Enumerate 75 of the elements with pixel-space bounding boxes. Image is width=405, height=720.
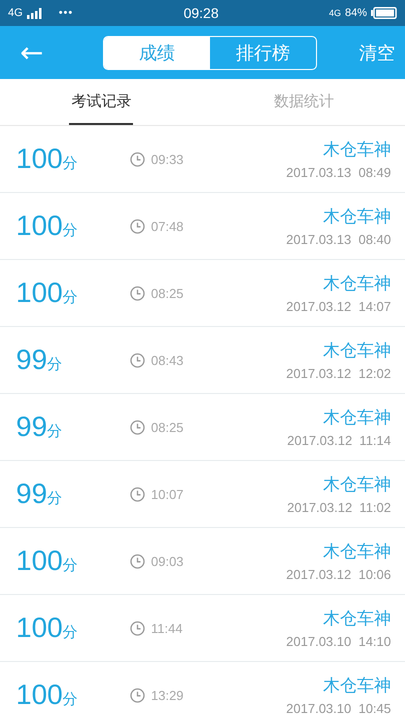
record-date: 2017.03.12 11:14 xyxy=(287,433,391,448)
record-date: 2017.03.10 10:45 xyxy=(286,701,391,716)
user-name: 木仓车神 xyxy=(323,273,391,295)
score-unit: 分 xyxy=(47,489,62,508)
user-name: 木仓车神 xyxy=(323,340,391,362)
user-name: 木仓车神 xyxy=(323,675,391,697)
duration-text: 07:48 xyxy=(151,218,184,234)
score-value: 99 xyxy=(16,478,48,510)
score-value: 100 xyxy=(16,277,63,309)
record-row[interactable]: 100分 09:33 木仓车神 2017.03.13 08:49 xyxy=(0,126,405,193)
record-date: 2017.03.12 14:07 xyxy=(286,299,391,314)
user-name: 木仓车神 xyxy=(323,608,391,630)
battery-percent: 84% xyxy=(344,7,367,19)
record-date: 2017.03.12 11:02 xyxy=(287,500,391,515)
score-unit: 分 xyxy=(47,355,62,374)
battery-icon xyxy=(371,7,397,19)
score-unit: 分 xyxy=(62,154,78,173)
record-row[interactable]: 100分 07:48 木仓车神 2017.03.13 08:40 xyxy=(0,193,405,260)
record-row[interactable]: 99分 08:43 木仓车神 2017.03.12 12:02 xyxy=(0,327,405,394)
sub-tab[interactable]: 考试记录 xyxy=(69,79,134,125)
duration-text: 09:03 xyxy=(151,554,184,568)
clock-icon xyxy=(130,152,145,166)
record-row[interactable]: 100分 09:03 木仓车神 2017.03.12 10:06 xyxy=(0,528,405,595)
network-label: 4G xyxy=(8,7,23,19)
score-unit: 分 xyxy=(62,556,78,575)
clock-icon xyxy=(130,286,145,300)
score-unit: 分 xyxy=(62,690,78,709)
record-date: 2017.03.13 08:49 xyxy=(286,165,391,180)
more-label: ••• xyxy=(58,7,74,19)
record-row[interactable]: 100分 11:44 木仓车神 2017.03.10 14:10 xyxy=(0,595,405,662)
score-value: 100 xyxy=(16,143,63,175)
score-unit: 分 xyxy=(62,288,78,307)
record-date: 2017.03.13 08:40 xyxy=(286,232,391,247)
status-time: 09:28 xyxy=(184,5,219,21)
clock-icon xyxy=(130,688,145,702)
clear-button[interactable]: 清空 xyxy=(359,40,395,64)
score-unit: 分 xyxy=(47,422,62,441)
clock-icon xyxy=(130,218,145,234)
score-value: 100 xyxy=(16,210,63,242)
clock-icon xyxy=(130,554,145,568)
duration-text: 09:33 xyxy=(151,152,184,166)
record-row[interactable]: 99分 10:07 木仓车神 2017.03.12 11:02 xyxy=(0,461,405,528)
record-date: 2017.03.10 14:10 xyxy=(286,634,391,649)
score-value: 100 xyxy=(16,545,63,577)
segment-tab[interactable]: 排行榜 xyxy=(210,36,316,68)
network-label: 4G xyxy=(328,8,341,18)
score-value: 100 xyxy=(16,679,63,711)
clock-icon xyxy=(130,620,145,636)
duration-text: 10:07 xyxy=(151,486,184,502)
back-button[interactable]: ← xyxy=(14,38,50,66)
score-value: 99 xyxy=(16,344,48,376)
duration-text: 08:25 xyxy=(151,286,184,300)
record-row[interactable]: 99分 08:25 木仓车神 2017.03.12 11:14 xyxy=(0,394,405,461)
user-name: 木仓车神 xyxy=(323,474,391,496)
sub-tab[interactable]: 数据统计 xyxy=(272,79,336,125)
clock-icon xyxy=(130,352,145,368)
score-unit: 分 xyxy=(62,221,78,240)
user-name: 木仓车神 xyxy=(323,407,391,429)
user-name: 木仓车神 xyxy=(323,541,391,563)
score-value: 99 xyxy=(16,411,48,443)
duration-text: 11:44 xyxy=(151,620,183,636)
duration-text: 08:25 xyxy=(151,420,184,434)
duration-text: 13:29 xyxy=(151,688,184,702)
clock-icon xyxy=(130,420,145,434)
score-unit: 分 xyxy=(62,623,78,642)
duration-text: 08:43 xyxy=(151,352,184,368)
record-date: 2017.03.12 10:06 xyxy=(286,567,391,582)
segment-tab[interactable]: 成绩 xyxy=(104,36,210,68)
record-row[interactable]: 100分 13:29 木仓车神 2017.03.10 10:45 xyxy=(0,662,405,720)
record-date: 2017.03.12 12:02 xyxy=(286,366,391,381)
score-value: 100 xyxy=(16,612,63,644)
user-name: 木仓车神 xyxy=(323,139,391,161)
clock-icon xyxy=(130,486,145,502)
user-name: 木仓车神 xyxy=(323,206,391,228)
record-row[interactable]: 100分 08:25 木仓车神 2017.03.12 14:07 xyxy=(0,260,405,327)
